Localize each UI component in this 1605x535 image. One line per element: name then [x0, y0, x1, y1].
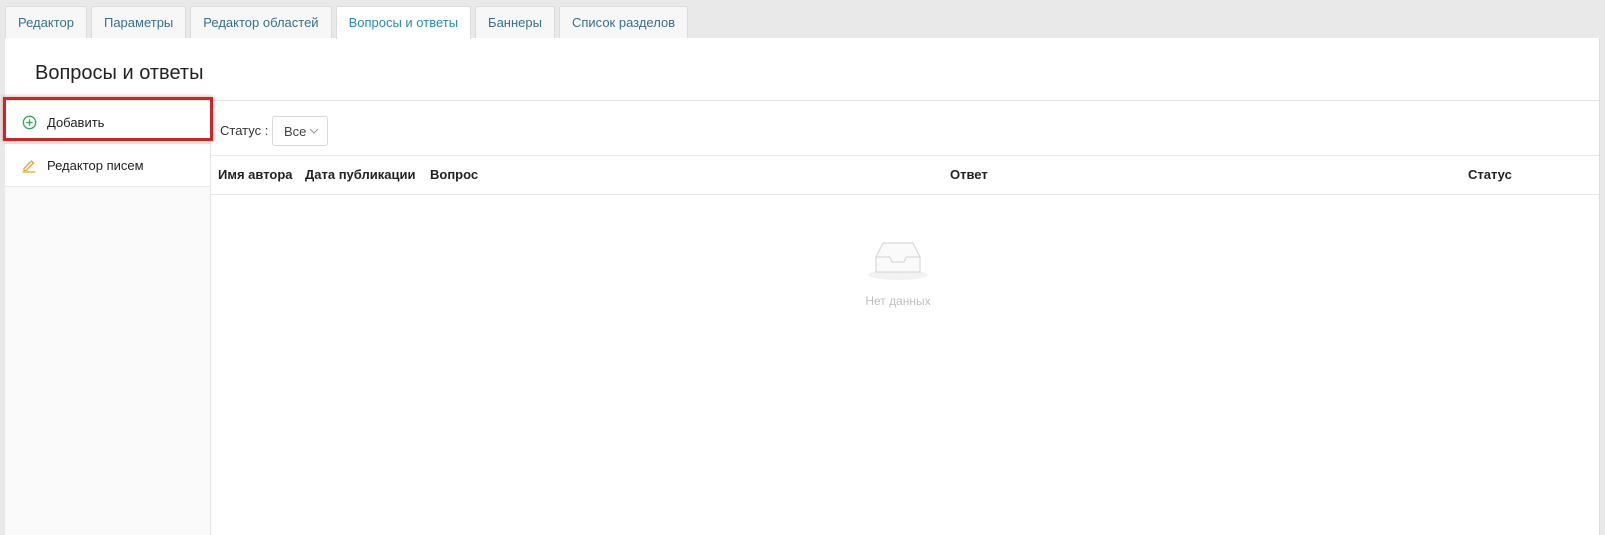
- main-panel: Вопросы и ответы Добавить Редактор писем: [3, 38, 1600, 535]
- empty-text: Нет данных: [865, 294, 931, 308]
- tab-banners[interactable]: Баннеры: [475, 6, 555, 38]
- column-header-question[interactable]: Вопрос: [430, 167, 478, 182]
- empty-inbox-icon: [868, 242, 928, 280]
- letter-editor-label: Редактор писем: [47, 157, 144, 173]
- column-header-date[interactable]: Дата публикации: [305, 167, 415, 182]
- column-header-status[interactable]: Статус: [1468, 167, 1512, 182]
- status-filter-label: Статус :: [220, 123, 269, 138]
- tab-parameters[interactable]: Параметры: [90, 6, 187, 38]
- sidebar: Добавить Редактор писем: [5, 101, 211, 535]
- filter-bar: Статус : Все: [211, 101, 1599, 156]
- content-area: Статус : Все Имя автора Дата публикации …: [211, 101, 1599, 535]
- column-header-author[interactable]: Имя автора: [218, 167, 293, 182]
- empty-state: Нет данных: [853, 239, 943, 308]
- tab-area-editor[interactable]: Редактор областей: [190, 6, 332, 38]
- tab-section-list[interactable]: Список разделов: [558, 6, 689, 38]
- status-filter-value: Все: [284, 123, 307, 139]
- pencil-icon: [20, 156, 38, 174]
- table-header: Имя автора Дата публикации Вопрос Ответ …: [211, 156, 1599, 195]
- add-button-label: Добавить: [47, 114, 105, 130]
- plus-circle-icon: [20, 113, 38, 131]
- page-title: Вопросы и ответы: [35, 62, 204, 84]
- status-filter-select[interactable]: Все: [272, 116, 328, 146]
- column-header-answer[interactable]: Ответ: [950, 167, 988, 182]
- chevron-down-icon: [309, 127, 319, 135]
- tab-editor[interactable]: Редактор: [5, 6, 87, 38]
- tab-qa[interactable]: Вопросы и ответы: [335, 6, 472, 39]
- tab-bar: Редактор Параметры Редактор областей Воп…: [5, 6, 692, 39]
- add-button[interactable]: Добавить: [5, 101, 210, 144]
- letter-editor-button[interactable]: Редактор писем: [5, 144, 210, 187]
